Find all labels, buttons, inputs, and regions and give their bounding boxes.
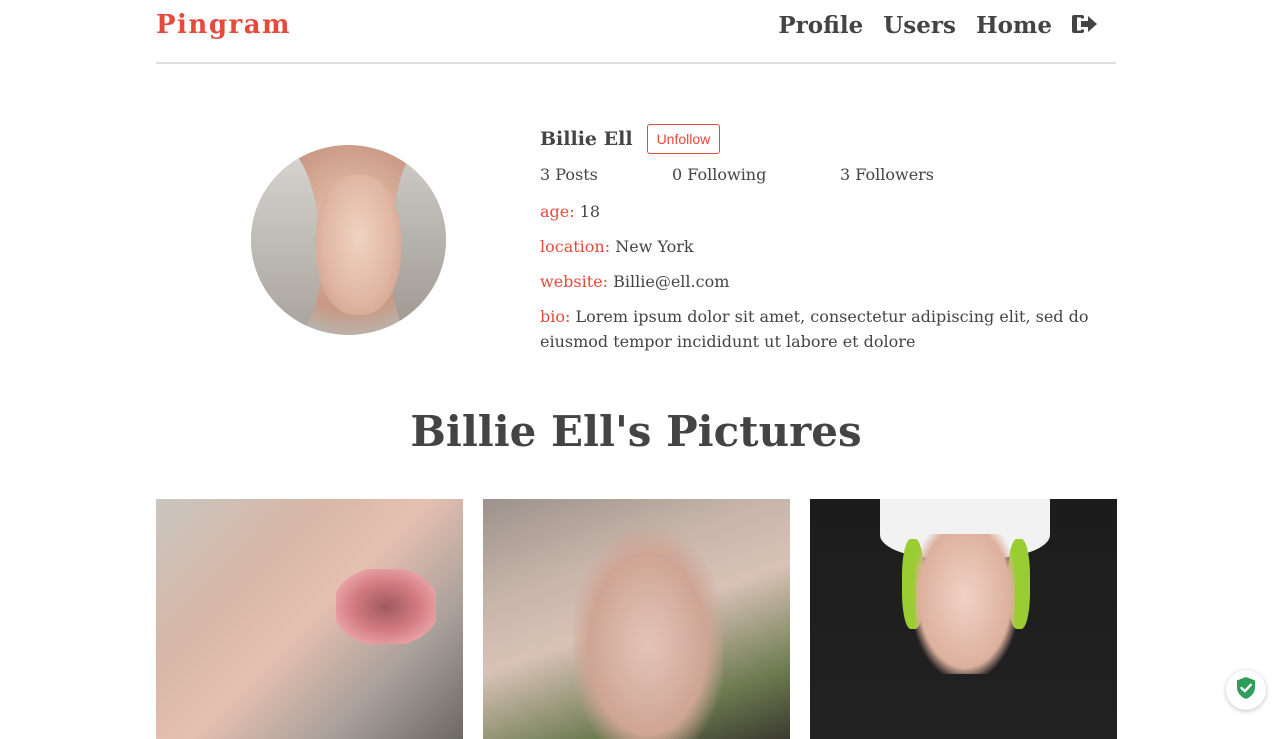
sign-out-icon[interactable] — [1072, 12, 1098, 36]
unfollow-button[interactable]: Unfollow — [646, 124, 721, 154]
field-value: Billie@ell.com — [613, 272, 730, 291]
profile-field-website: website: Billie@ell.com — [540, 269, 1100, 294]
picture-thumbnail[interactable] — [156, 499, 463, 739]
profile-stats: 3 Posts 0 Following 3 Followers — [540, 165, 1100, 189]
followers-count[interactable]: 3 Followers — [840, 165, 934, 184]
nav-links: Profile Users Home — [778, 12, 1098, 39]
picture-thumbnail[interactable] — [810, 499, 1117, 739]
picture-thumbnail[interactable] — [483, 499, 790, 739]
nav-profile-link[interactable]: Profile — [778, 12, 863, 39]
field-value: 18 — [579, 202, 601, 221]
pictures-heading: Billie Ell's Pictures — [410, 407, 862, 456]
field-label: bio: — [540, 307, 571, 326]
extension-badge[interactable] — [1226, 670, 1266, 710]
posts-count: 3 Posts — [540, 165, 598, 184]
avatar-face — [316, 175, 401, 315]
photo-detail — [915, 534, 1015, 674]
photo-detail — [336, 569, 436, 644]
nav-home-link[interactable]: Home — [976, 12, 1052, 39]
profile-field-bio: bio: Lorem ipsum dolor sit amet, consect… — [540, 304, 1100, 354]
field-label: age: — [540, 202, 575, 221]
nav-users-link[interactable]: Users — [883, 12, 956, 39]
profile-field-age: age: 18 — [540, 199, 1100, 224]
profile-name-row: Billie Ell Unfollow — [540, 122, 1100, 156]
field-value: New York — [615, 237, 694, 256]
following-count[interactable]: 0 Following — [672, 165, 766, 184]
profile-username: Billie Ell — [540, 128, 633, 150]
navbar: Pingram Profile Users Home — [156, 0, 1116, 64]
brand-logo[interactable]: Pingram — [156, 10, 291, 40]
avatar-hair-left — [251, 145, 321, 335]
profile-avatar — [251, 145, 446, 335]
pictures-grid — [156, 499, 1117, 739]
profile-field-location: location: New York — [540, 234, 1100, 259]
field-label: location: — [540, 237, 611, 256]
field-label: website: — [540, 272, 609, 291]
profile-info: Billie Ell Unfollow 3 Posts 0 Following … — [540, 122, 1100, 354]
page-container: Pingram Profile Users Home Billie Ell Un… — [156, 0, 1117, 739]
shield-check-icon — [1235, 676, 1257, 704]
photo-detail — [573, 529, 723, 739]
field-value: Lorem ipsum dolor sit amet, consectetur … — [540, 307, 1089, 351]
